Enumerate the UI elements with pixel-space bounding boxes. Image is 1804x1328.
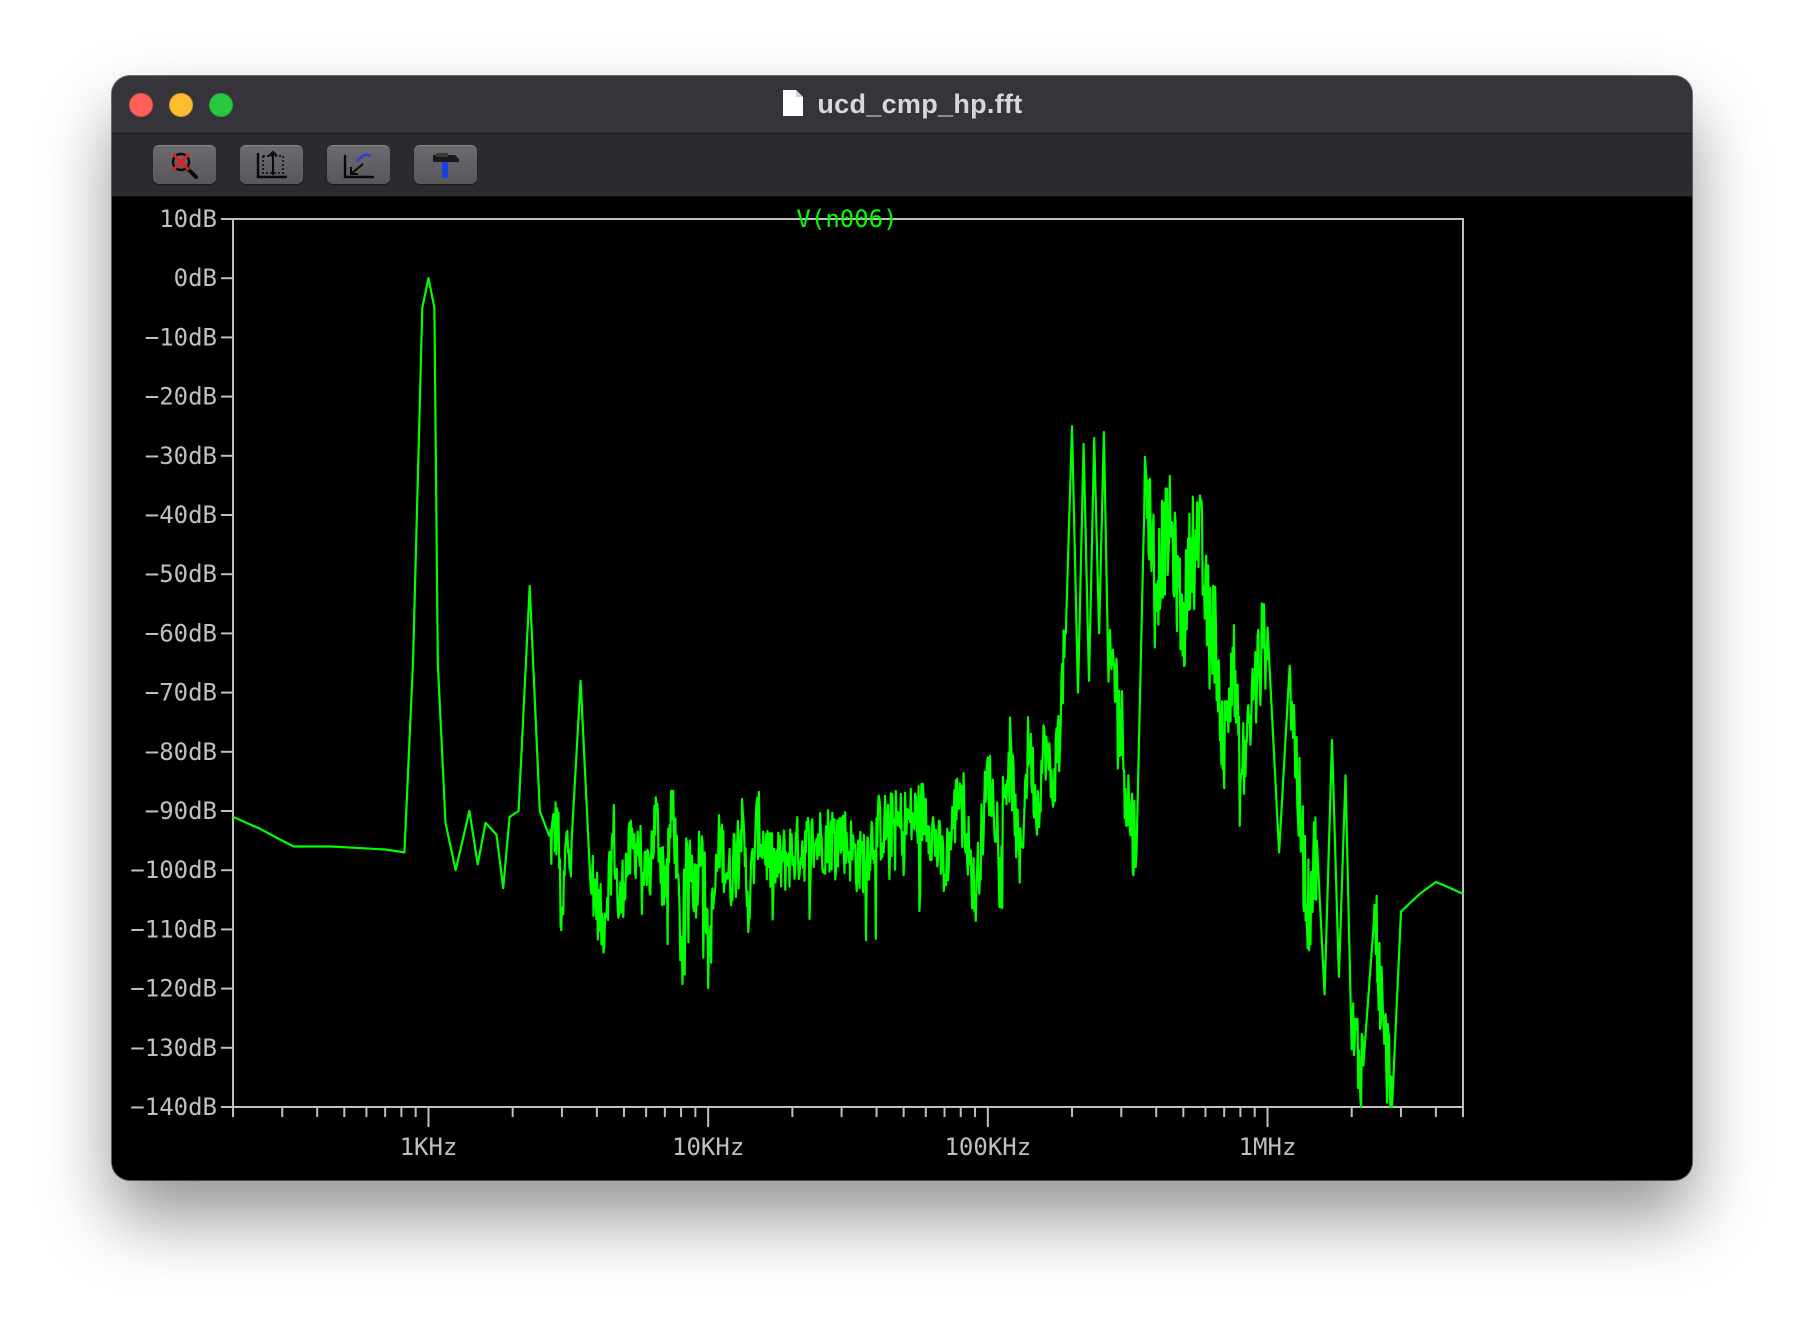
y-tick-label: −30dB — [145, 442, 217, 470]
y-tick-label: −90dB — [145, 797, 217, 825]
y-tick-label: −140dB — [130, 1093, 217, 1121]
window-title-group: ucd_cmp_hp.fft — [112, 76, 1692, 133]
plot-frame — [232, 218, 1464, 1108]
y-tick-label: −80dB — [145, 738, 217, 766]
hammer-icon — [432, 152, 459, 178]
y-tick-label: −120dB — [130, 975, 217, 1003]
plot-axes: 10dB 0dB −10dB −20dB −30dB −40dB −50dB −60dB −70… — [130, 205, 1464, 1161]
zoom-back-icon — [343, 153, 374, 178]
y-tick-label: −100dB — [130, 856, 217, 884]
app-window: ucd_cmp_hp.fft 10dB 0dB −10dB −20dB −30d… — [112, 76, 1692, 1180]
y-tick-label: −60dB — [145, 619, 217, 647]
y-tick-label: −110dB — [130, 915, 217, 943]
fft-plot[interactable]: 10dB 0dB −10dB −20dB −30dB −40dB −50dB −60dB −70… — [112, 197, 1692, 1180]
y-tick-label: 10dB — [159, 205, 217, 233]
trace-layer — [232, 277, 1464, 1109]
autorange-icon — [256, 150, 287, 178]
document-icon — [781, 89, 805, 121]
y-tick-label: 0dB — [174, 264, 217, 292]
zoom-back-button[interactable] — [327, 145, 390, 184]
y-tick-label: −130dB — [130, 1034, 217, 1062]
autorange-button[interactable] — [240, 145, 303, 184]
zoom-cancel-icon — [171, 152, 198, 179]
window-title: ucd_cmp_hp.fft — [817, 89, 1023, 119]
plot-area[interactable]: 10dB 0dB −10dB −20dB −30dB −40dB −50dB −60dB −70… — [112, 197, 1692, 1180]
y-tick-label: −10dB — [145, 323, 217, 351]
x-tick-label: 1MHz — [1239, 1133, 1297, 1161]
hammer-button[interactable] — [414, 145, 477, 184]
x-tick-label: 1KHz — [400, 1133, 458, 1161]
trace-title[interactable]: V(n006) — [796, 205, 897, 233]
y-tick-label: −50dB — [145, 560, 217, 588]
y-tick-label: −70dB — [145, 679, 217, 707]
trace-line — [232, 277, 1464, 1109]
toolbar — [112, 134, 1692, 197]
y-tick-label: −20dB — [145, 383, 217, 411]
x-tick-label: 100KHz — [944, 1133, 1031, 1161]
x-tick-label: 10KHz — [672, 1133, 744, 1161]
title-bar: ucd_cmp_hp.fft — [112, 76, 1692, 134]
zoom-cancel-button[interactable] — [153, 145, 216, 184]
y-tick-label: −40dB — [145, 501, 217, 529]
